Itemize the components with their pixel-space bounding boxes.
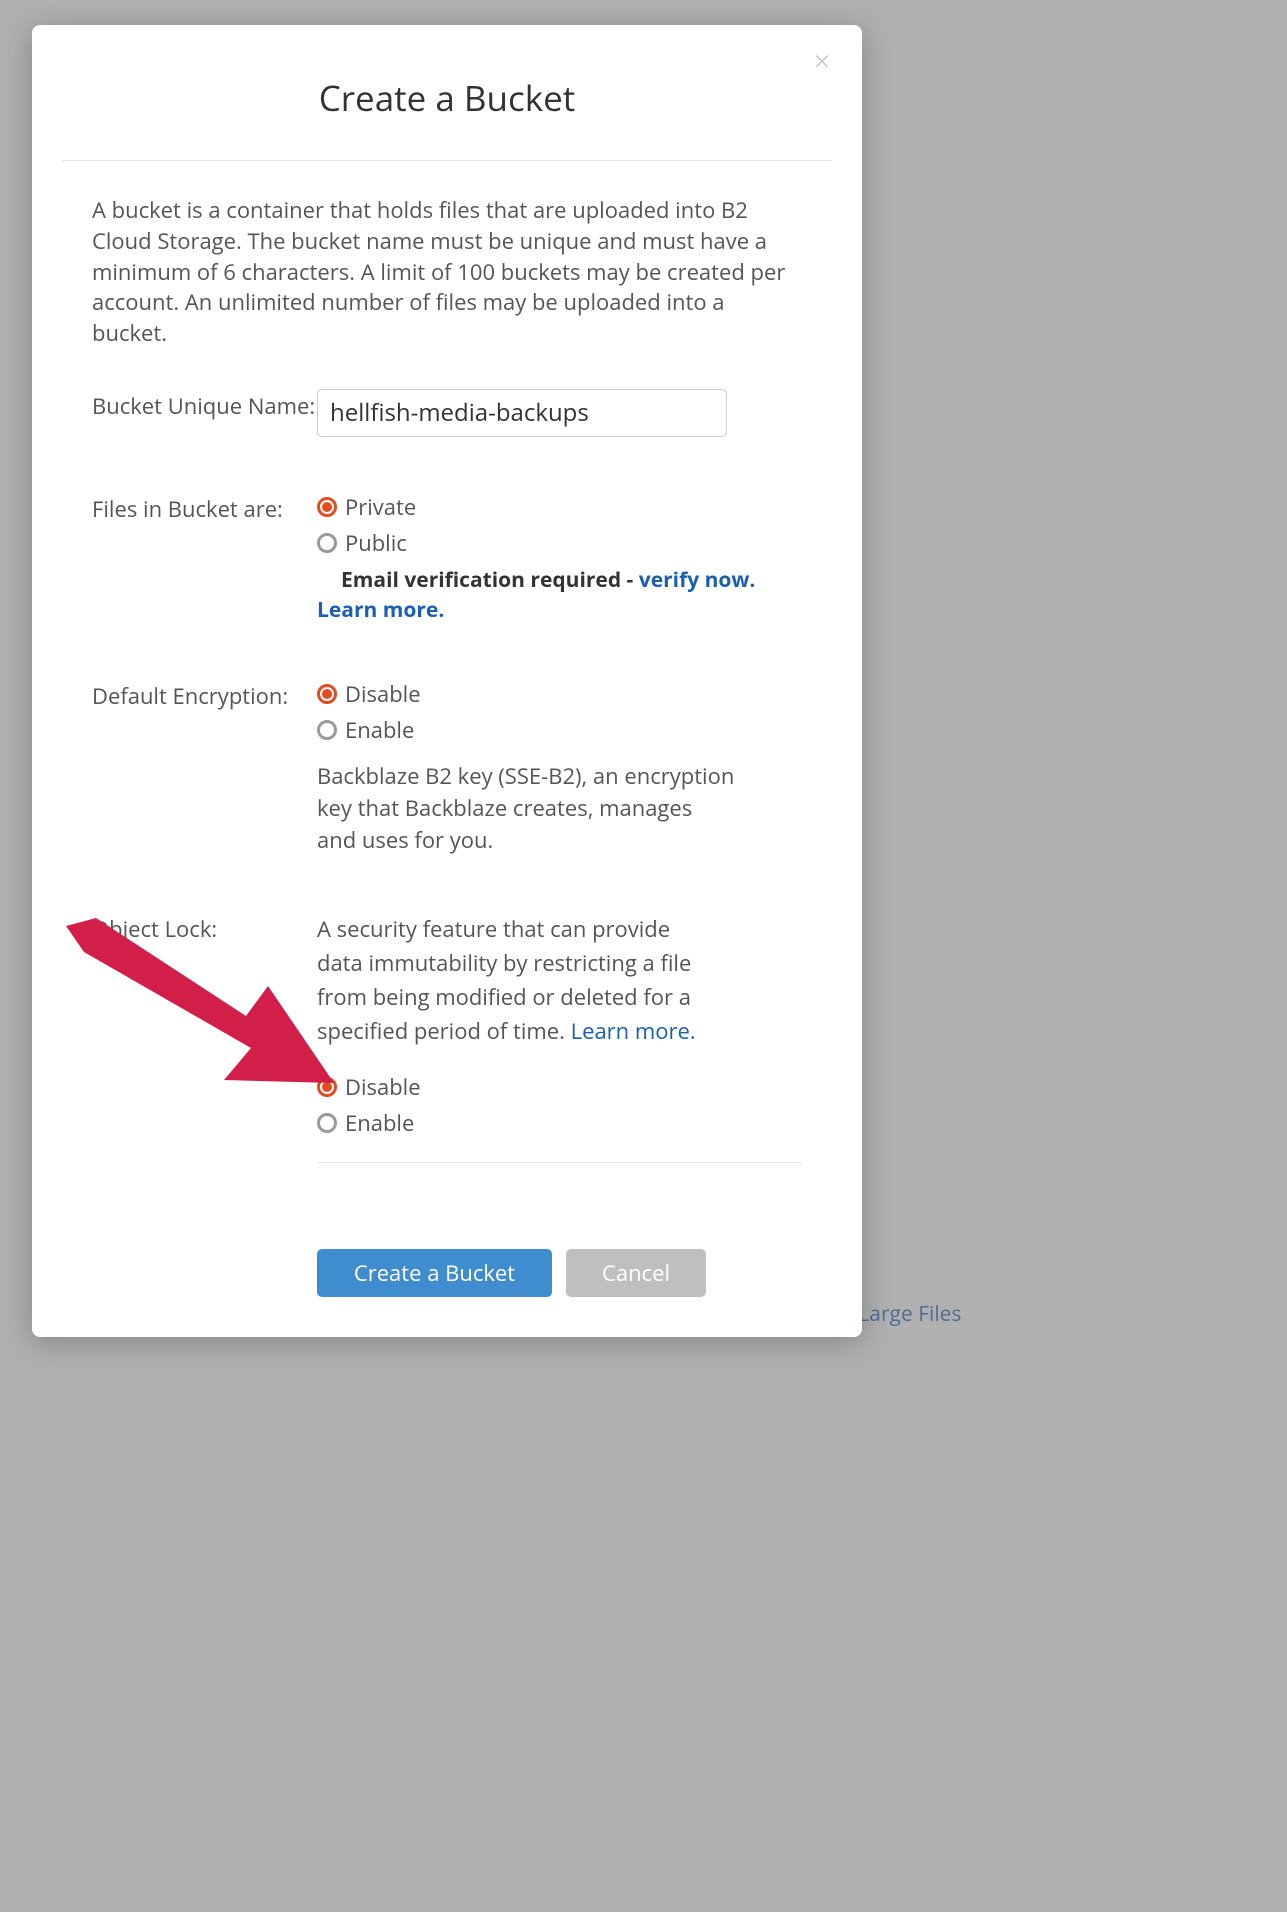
radio-private[interactable]: Private bbox=[317, 492, 802, 522]
verification-helper-prefix: Email verification required - bbox=[341, 566, 639, 594]
row-bucket-name: Bucket Unique Name: bbox=[92, 389, 802, 437]
radio-encryption-disable-label: Disable bbox=[345, 679, 421, 709]
divider bbox=[62, 160, 832, 161]
modal-title: Create a Bucket bbox=[62, 75, 832, 122]
verification-helper: Email verification required - verify now… bbox=[317, 566, 755, 624]
create-bucket-form: Bucket Unique Name: Files in Bucket are:… bbox=[62, 389, 832, 1297]
object-lock-learn-more-link[interactable]: Learn more. bbox=[571, 1016, 696, 1046]
radio-public[interactable]: Public bbox=[317, 528, 802, 558]
radio-object-lock-enable[interactable]: Enable bbox=[317, 1108, 802, 1138]
radio-icon bbox=[317, 497, 337, 517]
cancel-button[interactable]: Cancel bbox=[566, 1249, 706, 1297]
radio-encryption-enable-label: Enable bbox=[345, 715, 414, 745]
row-privacy: Files in Bucket are: Private Public Emai… bbox=[92, 492, 802, 624]
radio-encryption-disable[interactable]: Disable bbox=[317, 679, 802, 709]
radio-object-lock-enable-label: Enable bbox=[345, 1108, 414, 1138]
radio-object-lock-disable-label: Disable bbox=[345, 1072, 421, 1102]
radio-icon bbox=[317, 1113, 337, 1133]
row-encryption: Default Encryption: Disable Enable Backb… bbox=[92, 679, 802, 857]
encryption-label: Default Encryption: bbox=[92, 679, 317, 711]
radio-icon bbox=[317, 720, 337, 740]
bucket-name-input[interactable] bbox=[317, 389, 727, 437]
bucket-name-label: Bucket Unique Name: bbox=[92, 389, 317, 421]
encryption-description: Backblaze B2 key (SSE-B2), an encryption… bbox=[317, 761, 737, 857]
radio-encryption-enable[interactable]: Enable bbox=[317, 715, 802, 745]
radio-object-lock-disable[interactable]: Disable bbox=[317, 1072, 802, 1102]
button-row: Create a Bucket Cancel bbox=[317, 1249, 802, 1297]
row-object-lock: Object Lock: A security feature that can… bbox=[92, 912, 802, 1199]
radio-icon bbox=[317, 1077, 337, 1097]
divider bbox=[317, 1162, 802, 1163]
create-bucket-modal: × Create a Bucket A bucket is a containe… bbox=[32, 25, 862, 1337]
modal-intro-text: A bucket is a container that holds files… bbox=[62, 195, 832, 349]
radio-public-label: Public bbox=[345, 528, 407, 558]
privacy-label: Files in Bucket are: bbox=[92, 492, 317, 524]
create-bucket-button[interactable]: Create a Bucket bbox=[317, 1249, 552, 1297]
radio-private-label: Private bbox=[345, 492, 416, 522]
close-icon[interactable]: × bbox=[814, 47, 830, 75]
radio-icon bbox=[317, 533, 337, 553]
radio-icon bbox=[317, 684, 337, 704]
object-lock-label: Object Lock: bbox=[92, 912, 317, 944]
object-lock-description: A security feature that can provide data… bbox=[317, 912, 697, 1048]
